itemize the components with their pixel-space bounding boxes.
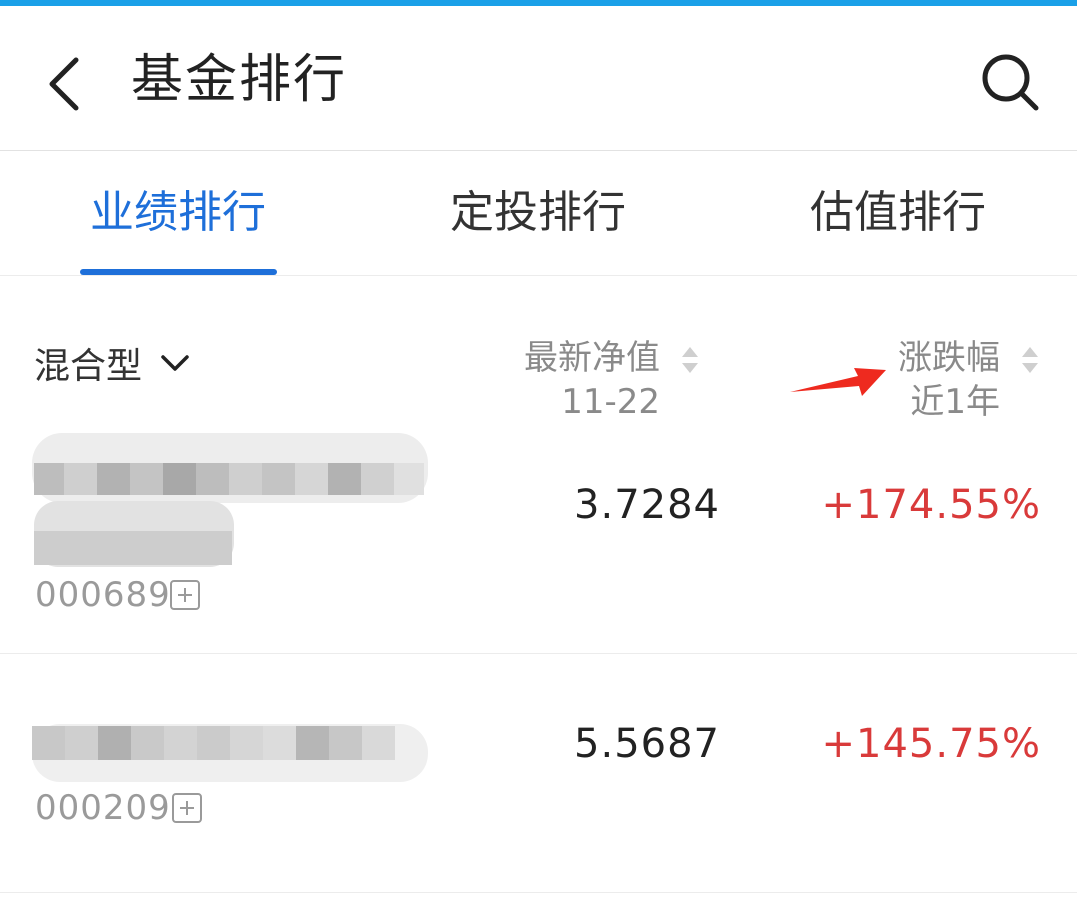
nav-column-date: 11-22 — [561, 382, 660, 422]
blurred-fund-name — [32, 724, 428, 782]
tab-performance-ranking[interactable]: 业绩排行 — [90, 183, 266, 243]
nav-column-title: 最新净值 — [524, 338, 660, 378]
change-column-header[interactable]: 涨跌幅 近1年 — [880, 335, 1050, 425]
fund-row[interactable]: 000689 3.7284 +174.55% — [0, 425, 1077, 654]
change-column-period: 近1年 — [910, 382, 1000, 422]
search-icon — [982, 54, 1039, 111]
active-tab-indicator — [80, 269, 277, 275]
fund-type-dropdown[interactable]: 混合型 — [34, 338, 190, 388]
sort-icon — [682, 347, 698, 373]
fund-row[interactable]: 000209 5.5687 +145.75% — [0, 654, 1077, 893]
tab-valuation-ranking[interactable]: 估值排行 — [810, 183, 986, 243]
fund-nav-value: 5.5687 — [574, 721, 720, 767]
chevron-down-icon — [161, 355, 189, 371]
back-button[interactable] — [40, 48, 90, 118]
nav-column-header[interactable]: 最新净值 11-22 — [500, 335, 710, 425]
page-title: 基金排行 — [131, 50, 348, 110]
app-header: 基金排行 — [0, 6, 1077, 151]
fund-change-value: +174.55% — [821, 482, 1041, 528]
fund-code: 000689 — [35, 575, 171, 615]
tab-fixed-investment-ranking[interactable]: 定投排行 — [450, 183, 626, 243]
annotation-arrow-icon — [790, 368, 886, 396]
sort-icon — [1022, 347, 1038, 373]
blurred-fund-name — [32, 433, 428, 567]
tab-bar: 业绩排行 定投排行 估值排行 — [0, 151, 1077, 276]
fund-nav-value: 3.7284 — [574, 482, 720, 528]
chevron-left-icon — [49, 57, 79, 111]
fund-type-selected: 混合型 — [34, 346, 143, 387]
fund-code: 000209 — [35, 788, 171, 828]
search-button[interactable] — [978, 50, 1042, 114]
fund-change-value: +145.75% — [821, 721, 1041, 767]
add-watchlist-button[interactable] — [172, 793, 202, 823]
change-column-title: 涨跌幅 — [898, 338, 1000, 378]
add-watchlist-button[interactable] — [170, 580, 200, 610]
